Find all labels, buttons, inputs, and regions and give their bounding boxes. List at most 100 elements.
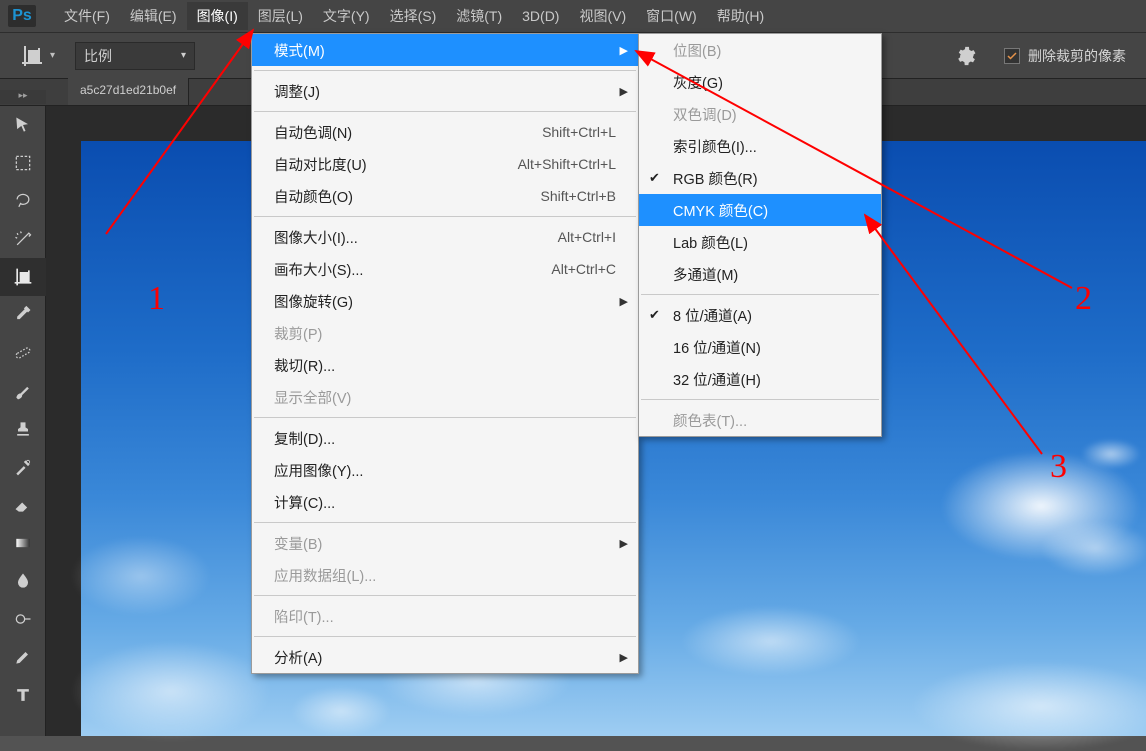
mode-submenu: 位图(B)灰度(G)双色调(D)索引颜色(I)...✔RGB 颜色(R)CMYK… [638,33,882,437]
tool-history-brush[interactable] [0,448,46,486]
tool-heal[interactable] [0,334,46,372]
menu-item[interactable]: 模式(M)▶ [252,34,638,66]
submenu-item-label: 16 位/通道(N) [673,337,761,358]
document-tab[interactable]: a5c27d1ed21b0ef [68,78,189,105]
menu-help[interactable]: 帮助(H) [707,2,774,30]
cloud-graphic [1081,439,1141,469]
menu-item-shortcut: Alt+Shift+Ctrl+L [518,156,616,172]
tool-brush[interactable] [0,372,46,410]
annotation-number-2: 2 [1075,280,1092,318]
cloud-graphic [291,686,391,736]
menu-select[interactable]: 选择(S) [380,2,447,30]
menu-item: 裁剪(P) [252,317,638,349]
menu-3d[interactable]: 3D(D) [512,4,569,28]
submenu-item-label: 多通道(M) [673,264,738,285]
menu-item-label: 自动对比度(U) [274,154,518,175]
tool-crop[interactable] [0,258,46,296]
menu-item[interactable]: 图像大小(I)...Alt+Ctrl+I [252,221,638,253]
tool-wand[interactable] [0,220,46,258]
menu-item[interactable]: 调整(J)▶ [252,75,638,107]
menu-item-label: 自动颜色(O) [274,186,541,207]
menu-item-label: 应用数据组(L)... [274,565,616,586]
menu-item: 变量(B)▶ [252,527,638,559]
submenu-item[interactable]: 16 位/通道(N) [639,331,881,363]
menu-file[interactable]: 文件(F) [54,2,120,30]
menu-item[interactable]: 复制(D)... [252,422,638,454]
submenu-item[interactable]: CMYK 颜色(C) [639,194,881,226]
cloud-graphic [681,606,861,676]
menu-type[interactable]: 文字(Y) [313,2,380,30]
submenu-arrow-icon: ▶ [620,85,628,98]
submenu-item[interactable]: Lab 颜色(L) [639,226,881,258]
gear-icon[interactable] [954,45,976,67]
check-icon: ✔ [649,170,660,186]
menu-separator [254,417,636,418]
menu-separator [641,399,879,400]
cloud-graphic [71,641,271,741]
menu-item[interactable]: 应用图像(Y)... [252,454,638,486]
submenu-item-label: 双色调(D) [673,104,737,125]
menu-image[interactable]: 图像(I) [187,2,248,30]
menu-filter[interactable]: 滤镜(T) [446,2,512,30]
menu-window[interactable]: 窗口(W) [636,2,707,30]
menu-item[interactable]: 自动色调(N)Shift+Ctrl+L [252,116,638,148]
tool-pen[interactable] [0,638,46,676]
tool-gradient[interactable] [0,524,46,562]
menu-item[interactable]: 画布大小(S)...Alt+Ctrl+C [252,253,638,285]
tool-blur[interactable] [0,562,46,600]
delete-cropped-checkbox[interactable] [1004,48,1020,64]
submenu-item-label: RGB 颜色(R) [673,168,758,189]
submenu-item-label: CMYK 颜色(C) [673,200,768,221]
cloud-graphic [1041,521,1146,576]
menu-item-label: 陷印(T)... [274,606,616,627]
submenu-item[interactable]: 多通道(M) [639,258,881,290]
menu-item-label: 模式(M) [274,40,616,61]
cloud-graphic [71,536,211,616]
crop-tool-icon[interactable] [20,44,44,68]
ratio-label: 比例 [84,46,112,66]
submenu-item[interactable]: 32 位/通道(H) [639,363,881,395]
menu-view[interactable]: 视图(V) [569,2,636,30]
menu-item[interactable]: 图像旋转(G)▶ [252,285,638,317]
submenu-item[interactable]: ✔ 8 位/通道(A) [639,299,881,331]
collapse-toolbar-icon[interactable]: ▸▸ [0,90,46,104]
tool-eraser[interactable] [0,486,46,524]
submenu-item[interactable]: 索引颜色(I)... [639,130,881,162]
chevron-down-icon[interactable]: ▾ [50,50,55,61]
tool-type[interactable] [0,676,46,714]
tool-marquee[interactable] [0,144,46,182]
menu-edit[interactable]: 编辑(E) [120,2,187,30]
tool-stamp[interactable] [0,410,46,448]
tool-move[interactable] [0,106,46,144]
menubar: Ps 文件(F) 编辑(E) 图像(I) 图层(L) 文字(Y) 选择(S) 滤… [0,0,1146,33]
image-menu-dropdown: 模式(M)▶调整(J)▶自动色调(N)Shift+Ctrl+L自动对比度(U)A… [251,33,639,674]
submenu-arrow-icon: ▶ [620,295,628,308]
tools-panel [0,106,46,736]
annotation-number-1: 1 [148,280,165,318]
cloud-graphic [911,661,1146,751]
menu-item-label: 裁切(R)... [274,355,616,376]
menu-item-shortcut: Alt+Ctrl+I [558,229,616,245]
menu-item-label: 画布大小(S)... [274,259,551,280]
menu-item[interactable]: 裁切(R)... [252,349,638,381]
menu-layer[interactable]: 图层(L) [248,2,313,30]
tool-lasso[interactable] [0,182,46,220]
tool-eyedropper[interactable] [0,296,46,334]
menu-item[interactable]: 自动对比度(U)Alt+Shift+Ctrl+L [252,148,638,180]
menu-item-label: 应用图像(Y)... [274,460,616,481]
submenu-item[interactable]: ✔ RGB 颜色(R) [639,162,881,194]
menu-item-label: 裁剪(P) [274,323,616,344]
menu-item-label: 图像大小(I)... [274,227,558,248]
menu-item[interactable]: 分析(A)▶ [252,641,638,673]
check-icon: ✔ [649,307,660,323]
menu-item[interactable]: 自动颜色(O)Shift+Ctrl+B [252,180,638,212]
menu-item[interactable]: 计算(C)... [252,486,638,518]
submenu-item[interactable]: 灰度(G) [639,66,881,98]
tool-dodge[interactable] [0,600,46,638]
menu-item-shortcut: Shift+Ctrl+B [541,188,616,204]
submenu-item-label: 8 位/通道(A) [673,305,752,326]
submenu-item-label: 颜色表(T)... [673,410,747,431]
submenu-item-label: 索引颜色(I)... [673,136,757,157]
submenu-item: 双色调(D) [639,98,881,130]
ratio-select[interactable]: 比例 ▾ [75,42,195,70]
